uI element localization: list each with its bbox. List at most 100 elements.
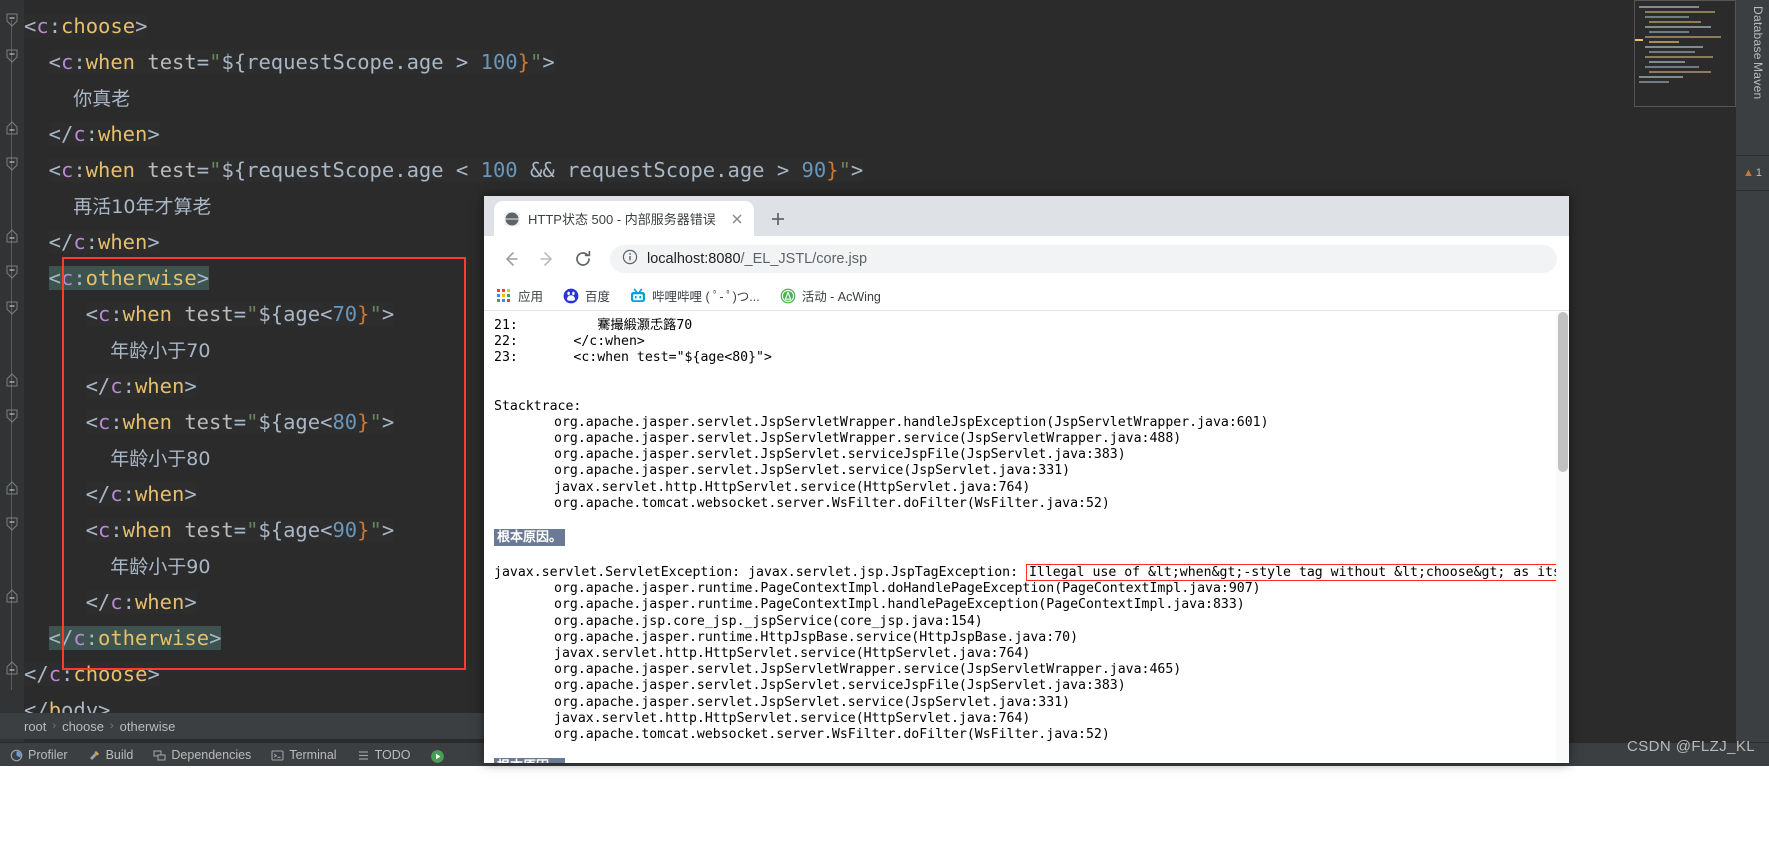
code-token: > [850, 158, 864, 182]
tool-button-terminal[interactable]: Terminal [261, 743, 346, 767]
code-token: 70 [332, 302, 358, 326]
code-line[interactable]: </c:choose> [24, 656, 160, 693]
code-token: c [73, 230, 86, 254]
code-line[interactable]: </c:when> [85, 368, 197, 405]
url-path: /_EL_JSTL/core.jsp [740, 250, 868, 267]
code-line-content: 年龄小于90 [110, 556, 210, 578]
code-line[interactable]: </c:when> [85, 476, 197, 513]
right-tab-database[interactable]: Database [1751, 6, 1765, 60]
bookmark-acwing[interactable]: 活动 - AcWing [780, 286, 881, 305]
code-token: " [369, 518, 382, 542]
code-line[interactable]: 再活10年才算老 [73, 188, 211, 225]
code-token: : [122, 482, 135, 506]
tool-button-todo[interactable]: TODO [347, 743, 421, 767]
code-token: " [838, 158, 851, 182]
source-line-text: </c:when> [517, 334, 645, 350]
code-token: : [48, 14, 62, 38]
globe-icon [501, 211, 523, 227]
fold-marker[interactable] [4, 480, 20, 496]
code-token: = [233, 410, 247, 434]
bookmark-bilibili[interactable]: 哔哩哔哩 ( ﾟ- ﾟ)つ... [630, 286, 760, 305]
source-line: 21: 騫撮緞灏忎簬70 [494, 318, 1569, 334]
code-line-content: </c:choose> [24, 662, 160, 686]
code-token: choose [61, 14, 136, 38]
code-token: } [357, 410, 370, 434]
fold-marker[interactable] [4, 516, 20, 532]
code-line[interactable]: <c:otherwise> [48, 260, 210, 297]
bookmark-apps[interactable]: 应用 [496, 286, 543, 305]
breadcrumb[interactable]: root › choose › otherwise [0, 713, 504, 739]
code-token: 90 [801, 158, 827, 182]
browser-tabstrip[interactable]: HTTP状态 500 - 内部服务器错误 [484, 196, 1569, 236]
code-line[interactable]: <c:when test="${requestScope.age > 100}"… [48, 44, 555, 81]
address-bar[interactable]: localhost:8080/_EL_JSTL/core.jsp [610, 244, 1557, 273]
right-tab-maven[interactable]: Maven [1751, 62, 1765, 100]
tool-button-build[interactable]: Build [78, 743, 144, 767]
code-line[interactable]: <c:when test="${age<80}"> [85, 404, 395, 441]
code-line[interactable]: <c:when test="${age<90}"> [85, 512, 395, 549]
code-line[interactable]: </c:when> [48, 116, 160, 153]
forward-button[interactable] [532, 244, 562, 274]
fold-marker[interactable] [4, 264, 20, 280]
fold-marker[interactable] [4, 660, 20, 676]
code-token: > [147, 230, 160, 254]
reload-button[interactable] [568, 244, 598, 274]
code-token: : [110, 518, 123, 542]
tool-button-dependencies[interactable]: Dependencies [143, 743, 261, 767]
stacktrace-line: org.apache.jasper.runtime.HttpJspBase.se… [554, 629, 1079, 645]
code-line[interactable]: <c:when test="${requestScope.age < 100 &… [48, 152, 864, 189]
code-token: > [209, 626, 222, 650]
fold-marker[interactable] [4, 408, 20, 424]
browser-tab[interactable]: HTTP状态 500 - 内部服务器错误 [494, 201, 754, 236]
code-line[interactable]: 年龄小于70 [110, 332, 210, 369]
code-line[interactable]: <c:choose> [24, 8, 148, 45]
breadcrumb-item-choose[interactable]: choose [62, 719, 104, 734]
code-token: 100 [480, 158, 518, 182]
fold-marker[interactable] [4, 120, 20, 136]
tool-button-run[interactable] [420, 743, 458, 767]
new-tab-button[interactable] [766, 207, 790, 231]
code-line[interactable]: </c:when> [85, 584, 197, 621]
code-token: c [60, 158, 74, 182]
code-token: ${requestScope.age > [221, 50, 481, 74]
page-scrollbar[interactable] [1556, 312, 1569, 763]
code-line[interactable]: 年龄小于90 [110, 548, 210, 585]
bookmarks-bar[interactable]: 应用 百度 哔哩哔哩 ( ﾟ- ﾟ)つ... 活动 - AcWing [484, 281, 1569, 311]
bookmark-label: 百度 [585, 290, 611, 304]
info-circle-icon[interactable] [622, 249, 638, 269]
code-line[interactable]: <c:when test="${age<70}"> [85, 296, 395, 333]
scrollbar-thumb[interactable] [1558, 312, 1568, 472]
stacktrace-line: org.apache.jasper.servlet.JspServlet.ser… [554, 463, 1071, 479]
fold-marker[interactable] [4, 12, 20, 28]
breadcrumb-item-root[interactable]: root [24, 719, 46, 734]
code-line[interactable]: </c:when> [48, 224, 160, 261]
code-token: </ [85, 590, 111, 614]
fold-marker[interactable] [4, 228, 20, 244]
code-token: c [73, 122, 86, 146]
bookmark-baidu[interactable]: 百度 [563, 286, 610, 305]
jsp-source-excerpt: 21: 騫撮緞灏忎簬70 22: </c:when> 23: <c:when t… [494, 318, 1569, 367]
code-token: > [135, 14, 148, 38]
tool-button-profiler[interactable]: Profiler [0, 743, 78, 767]
editor-gutter[interactable] [0, 0, 24, 745]
fold-marker[interactable] [4, 588, 20, 604]
code-token: < [48, 50, 61, 74]
fold-marker[interactable] [4, 156, 20, 172]
editor-minimap[interactable] [1634, 0, 1736, 107]
browser-toolbar[interactable]: localhost:8080/_EL_JSTL/core.jsp [484, 236, 1569, 281]
ide-right-toolbar[interactable]: Database Maven [1736, 0, 1769, 745]
back-button[interactable] [496, 244, 526, 274]
code-line-content: <c:when test="${requestScope.age < 100 &… [48, 158, 864, 182]
code-line[interactable]: </c:otherwise> [48, 620, 222, 657]
acwing-icon [780, 288, 796, 304]
code-line[interactable]: 你真老 [73, 80, 130, 117]
fold-marker[interactable] [4, 300, 20, 316]
code-token: c [110, 374, 123, 398]
close-icon[interactable] [730, 212, 744, 226]
breadcrumb-item-otherwise[interactable]: otherwise [120, 719, 176, 734]
inspection-status-chip[interactable]: ▲ 1 [1736, 155, 1769, 191]
code-line[interactable]: 年龄小于80 [110, 440, 210, 477]
code-token: 年龄小于90 [110, 556, 211, 578]
fold-marker[interactable] [4, 372, 20, 388]
fold-marker[interactable] [4, 48, 20, 64]
